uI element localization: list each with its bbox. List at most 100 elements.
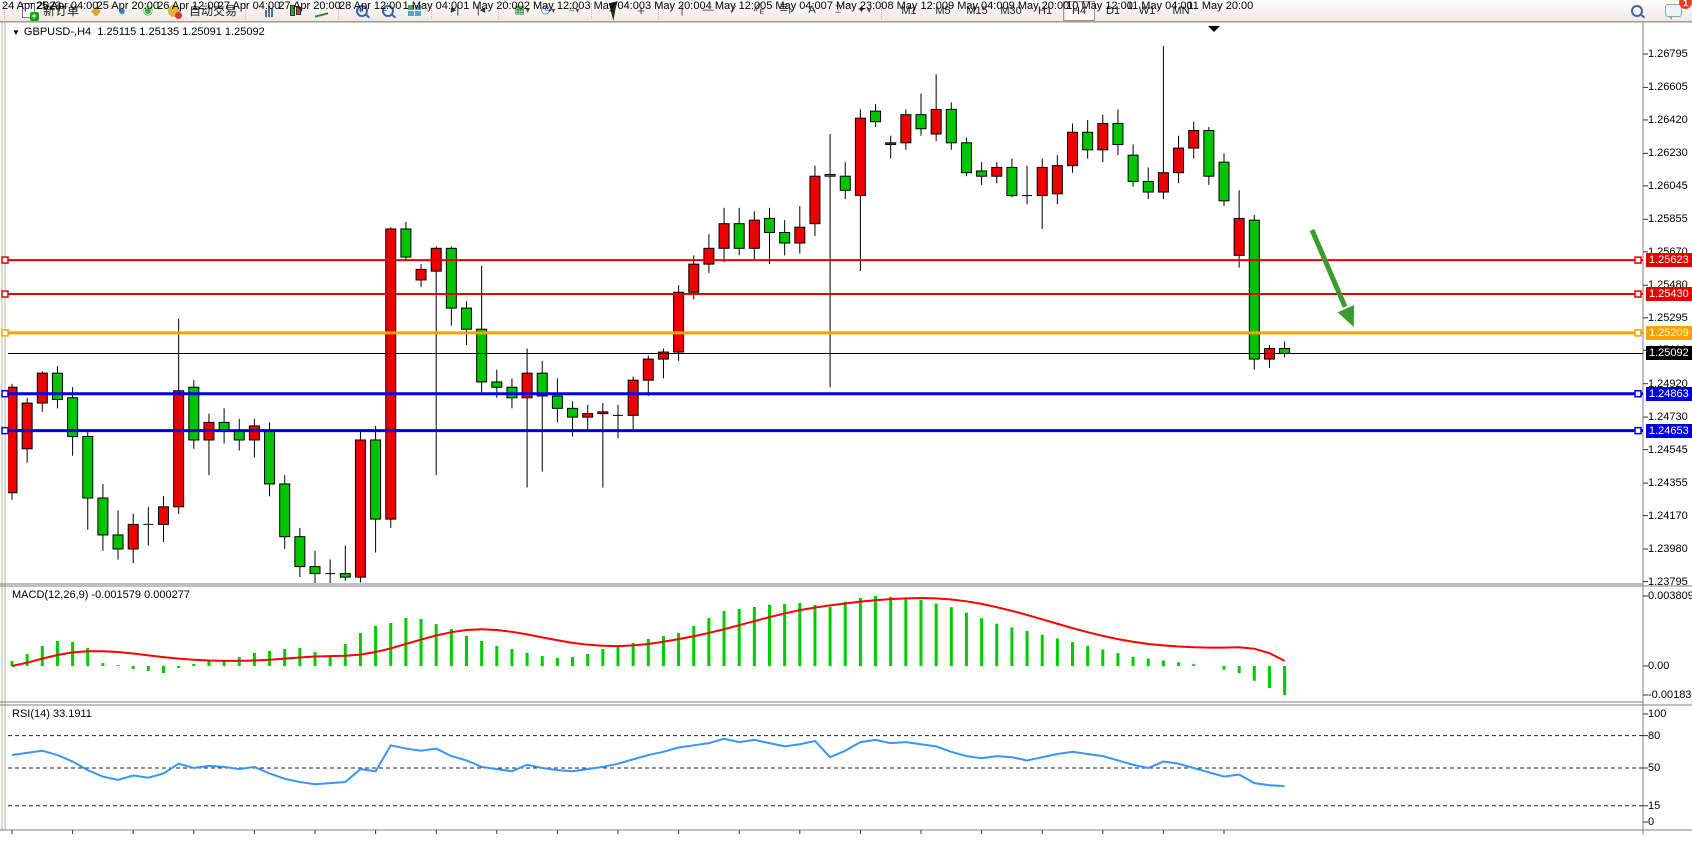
bear-candle <box>446 248 456 308</box>
price-axis-tick: 1.25295 <box>1648 312 1688 324</box>
bear-candle <box>1007 167 1017 195</box>
bear-candle <box>780 232 790 243</box>
level-price-label: 1.25430 <box>1646 287 1692 301</box>
bear-candle <box>340 574 350 578</box>
bull-candle <box>37 373 47 403</box>
price-axis-tick: 1.23795 <box>1648 576 1688 588</box>
bear-candle <box>1204 130 1214 176</box>
macd-axis-tick: 0.00 <box>1648 660 1669 672</box>
price-axis-tick: 1.26605 <box>1648 81 1688 93</box>
chevron-down-icon[interactable]: ▼ <box>12 28 20 37</box>
time-axis-label: 11 May 04:00 <box>1127 0 1193 12</box>
bear-candle <box>234 431 244 440</box>
bear-candle <box>765 218 775 232</box>
bear-candle <box>310 567 320 574</box>
bull-candle <box>386 229 396 519</box>
rsi-axis-tick: 50 <box>1648 762 1660 774</box>
bull-candle <box>583 414 593 418</box>
bear-candle <box>1113 123 1123 144</box>
bear-candle <box>462 308 472 329</box>
time-axis-label: 25 Apr 04:00 <box>36 0 98 12</box>
bear-candle <box>1128 155 1138 181</box>
candlestick-series <box>7 46 1290 584</box>
bear-candle <box>1083 132 1093 150</box>
bull-candle <box>128 524 138 549</box>
bull-candle <box>901 115 911 143</box>
bull-candle <box>1068 132 1078 165</box>
bear-candle <box>977 171 987 176</box>
time-axis-label: 27 Apr 20:00 <box>278 0 340 12</box>
chart-canvas[interactable] <box>0 0 1692 853</box>
bull-candle <box>855 118 865 195</box>
bear-candle <box>840 176 850 190</box>
level-price-label: 1.25623 <box>1646 253 1692 267</box>
bull-candle <box>674 292 684 352</box>
bull-candle <box>1234 218 1244 255</box>
time-axis-label: 11 May 20:00 <box>1187 0 1253 12</box>
down-trend-arrow[interactable] <box>1312 230 1354 327</box>
bull-candle <box>628 380 638 415</box>
bull-candle <box>1037 167 1047 195</box>
level-price-label: 1.24863 <box>1646 387 1692 401</box>
level-price-label: 1.24653 <box>1646 424 1692 438</box>
bull-candle <box>795 227 805 243</box>
bear-candle <box>98 498 108 535</box>
bear-candle <box>265 431 275 484</box>
time-axis-label: 8 May 12:00 <box>887 0 948 12</box>
bear-candle <box>825 174 835 176</box>
bull-candle <box>1189 130 1199 148</box>
bull-candle <box>159 507 169 525</box>
bull-candle <box>355 440 365 577</box>
bear-candle <box>1249 220 1259 359</box>
bull-candle <box>689 264 699 292</box>
price-axis-tick: 1.23980 <box>1648 543 1688 555</box>
bull-candle <box>810 176 820 223</box>
line-handle <box>2 391 8 397</box>
bear-candle <box>492 382 502 387</box>
time-axis-label: 9 May 04:00 <box>948 0 1009 12</box>
price-axis-tick: 1.26795 <box>1648 48 1688 60</box>
bull-candle <box>7 387 17 493</box>
time-axis-label: 3 May 04:00 <box>584 0 645 12</box>
rsi-axis-tick: 100 <box>1648 708 1666 720</box>
price-axis-tick: 1.26420 <box>1648 114 1688 126</box>
bear-candle <box>52 373 62 399</box>
current-price-label: 1.25092 <box>1646 346 1692 360</box>
time-axis-label: 1 May 04:00 <box>403 0 464 12</box>
ohlc-values: 1.25115 1.25135 1.25091 1.25092 <box>97 26 264 38</box>
bear-candle <box>871 111 881 122</box>
bull-candle <box>1158 173 1168 192</box>
line-handle <box>1635 330 1641 336</box>
line-handle <box>2 330 8 336</box>
bull-candle <box>1052 166 1062 194</box>
chart-title: ▼ GBPUSD-,H4 1.25115 1.25135 1.25091 1.25… <box>12 26 265 38</box>
symbol-label: GBPUSD-,H4 <box>24 26 91 38</box>
time-axis-label: 10 May 12:00 <box>1066 0 1133 12</box>
time-axis-label: 3 May 20:00 <box>645 0 706 12</box>
chart-shift-marker <box>1208 26 1220 32</box>
bear-candle <box>552 396 562 408</box>
bull-candle <box>249 426 259 440</box>
bear-candle <box>568 408 578 417</box>
bear-candle <box>1143 181 1153 192</box>
bear-candle <box>1219 162 1229 201</box>
time-axis-label: 26 Apr 12:00 <box>157 0 219 12</box>
bull-candle <box>749 220 759 248</box>
bear-candle <box>916 115 926 129</box>
macd-axis-tick: 0.003809 <box>1648 590 1692 602</box>
time-axis-label: 7 May 23:00 <box>827 0 888 12</box>
macd-axis-tick: -0.001836 <box>1648 689 1692 701</box>
time-axis-label: 5 May 04:00 <box>766 0 827 12</box>
bull-candle <box>22 403 32 449</box>
bear-candle <box>371 440 381 519</box>
bear-candle <box>401 229 411 257</box>
bear-candle <box>83 436 93 498</box>
level-price-label: 1.25209 <box>1646 326 1692 340</box>
bull-candle <box>931 109 941 134</box>
bull-candle <box>992 167 1002 176</box>
time-axis-label: 27 Apr 04:00 <box>218 0 280 12</box>
bear-candle <box>961 143 971 173</box>
rsi-axis-tick: 0 <box>1648 816 1654 828</box>
bear-candle <box>295 537 305 567</box>
line-handle <box>1635 291 1641 297</box>
